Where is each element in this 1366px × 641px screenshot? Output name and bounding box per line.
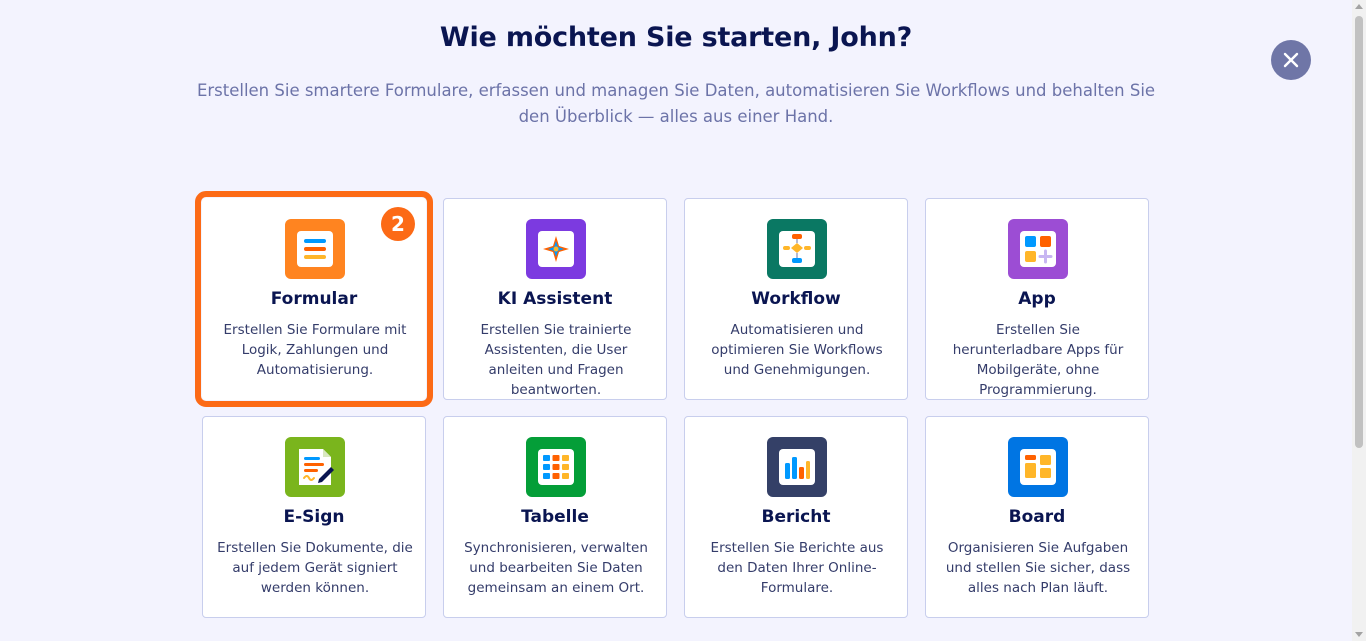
card-title: Tabelle [521,507,589,527]
card-board[interactable]: Board Organisieren Sie Aufgaben und stel… [925,416,1149,618]
card-title: KI Assistent [497,289,613,309]
card-workflow[interactable]: Workflow Automatisieren und optimieren S… [684,198,908,400]
esign-icon [285,437,345,497]
card-tabelle[interactable]: Tabelle Synchronisieren, verwalten und b… [443,416,667,618]
table-icon [526,437,586,497]
card-title: Bericht [761,507,831,527]
ai-agent-icon [526,219,586,279]
page-title: Wie möchten Sie starten, John? [439,22,913,53]
create-modal: Wie möchten Sie starten, John? Erstellen… [0,0,1366,641]
scrollbar-thumb[interactable] [1355,16,1363,448]
step-badge: 2 [381,207,415,241]
card-description: Synchronisieren, verwalten und bearbeite… [464,540,648,596]
close-button[interactable] [1271,40,1311,80]
scrollbar[interactable] [1352,0,1366,641]
board-icon [1008,437,1068,497]
app-icon [1008,219,1068,279]
card-description: Erstellen Sie Berichte aus den Daten Ihr… [710,540,884,596]
report-icon [767,437,827,497]
card-formular[interactable]: 2 Formular Erstellen Sie Formulare mit L… [195,191,433,407]
card-description: Erstellen Sie herunterladbare Apps für M… [952,322,1124,398]
card-description: Automatisieren und optimieren Sie Workfl… [711,322,883,378]
card-title: E-Sign [283,507,345,527]
card-title: Formular [270,289,358,309]
page-subtitle: Erstellen Sie smartere Formulare, erfass… [196,81,1156,126]
scroll-down-icon[interactable] [1355,632,1363,637]
card-ki-assistent[interactable]: KI Assistent Erstellen Sie trainierte As… [443,198,667,400]
form-icon [285,219,345,279]
close-icon [1283,52,1299,68]
card-bericht[interactable]: Bericht Erstellen Sie Berichte aus den D… [684,416,908,618]
card-description: Erstellen Sie trainierte Assistenten, di… [480,322,632,398]
card-title: Workflow [751,289,841,309]
card-description: Erstellen Sie Dokumente, die auf jedem G… [217,540,413,596]
card-e-sign[interactable]: E-Sign Erstellen Sie Dokumente, die auf … [202,416,426,618]
card-title: App [1018,289,1056,309]
option-grid: 2 Formular Erstellen Sie Formulare mit L… [195,191,1150,618]
card-description: Organisieren Sie Aufgaben und stellen Si… [945,540,1131,596]
card-app[interactable]: App Erstellen Sie herunterladbare Apps f… [925,198,1149,400]
card-description: Erstellen Sie Formulare mit Logik, Zahlu… [223,322,407,378]
scroll-up-icon[interactable] [1355,4,1363,9]
card-title: Board [1008,507,1066,527]
workflow-icon [767,219,827,279]
